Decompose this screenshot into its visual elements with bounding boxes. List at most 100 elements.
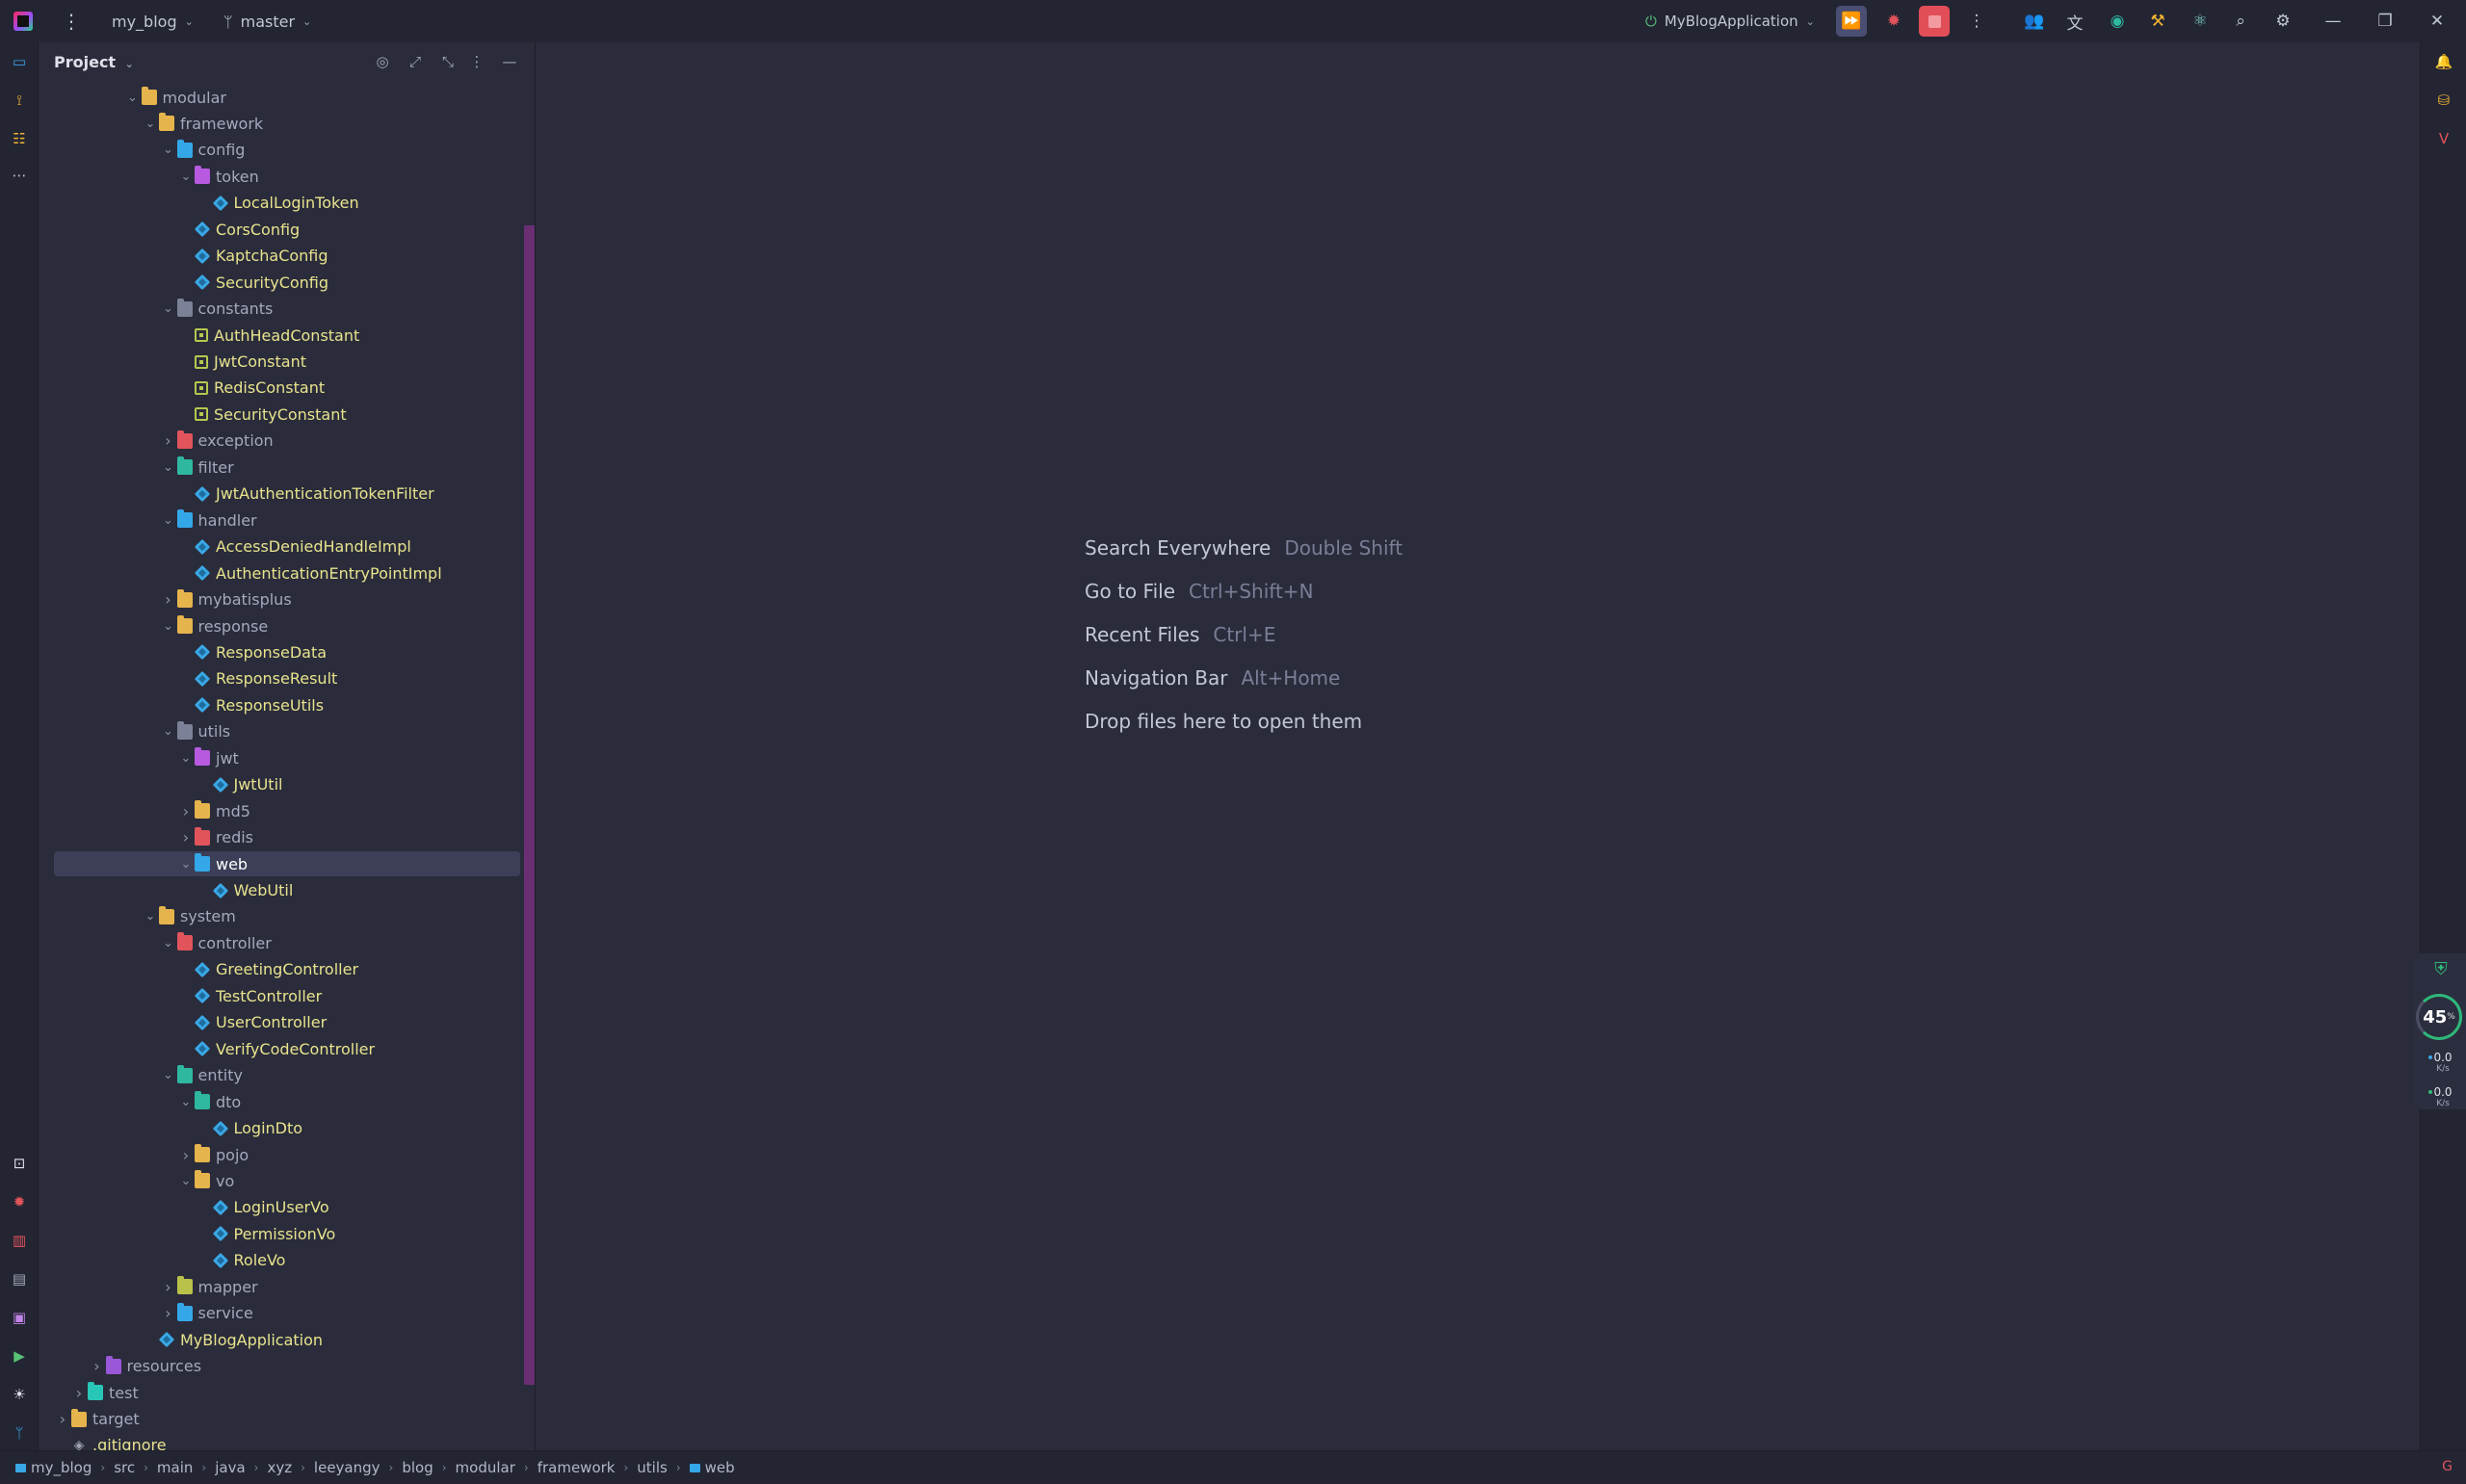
project-view-selector[interactable]: Project ⌄ — [54, 53, 134, 71]
minimize-window-button[interactable]: — — [2318, 6, 2348, 37]
chevron-down-icon[interactable]: ⌄ — [160, 936, 177, 950]
terminal-tool-button[interactable]: ▣ — [8, 1306, 31, 1329]
breadcrumb-item[interactable]: blog — [402, 1459, 433, 1476]
tree-folder-row[interactable]: ⌄ jwt — [54, 745, 520, 770]
tree-file-row[interactable]: ResponseData — [54, 639, 520, 664]
search-everywhere-button[interactable]: ⌕ — [2225, 6, 2256, 37]
breadcrumb-item[interactable]: xyz — [267, 1459, 292, 1476]
tree-folder-row[interactable]: ⌄ framework — [54, 111, 520, 136]
collapse-all-button[interactable]: ⤡ — [435, 49, 460, 74]
tree-file-row[interactable]: ResponseResult — [54, 666, 520, 691]
tree-folder-row[interactable]: ⌄ entity — [54, 1063, 520, 1088]
tree-folder-row[interactable]: ⌄ filter — [54, 455, 520, 480]
tree-folder-row[interactable]: ⌄ dto — [54, 1089, 520, 1114]
tree-file-row[interactable]: WebUtil — [54, 878, 520, 903]
tree-file-row[interactable]: JwtConstant — [54, 350, 520, 375]
chevron-right-icon[interactable]: › — [89, 1357, 106, 1375]
rerun-button[interactable]: ⏩ — [1836, 6, 1867, 37]
tree-scrollbar[interactable] — [524, 225, 535, 1385]
tree-folder-row[interactable]: › service — [54, 1301, 520, 1326]
tree-file-row[interactable]: PermissionVo — [54, 1221, 520, 1246]
tree-file-row[interactable]: ◈ .gitignore — [54, 1433, 520, 1450]
tree-folder-row[interactable]: ⌄ token — [54, 164, 520, 189]
project-tool-button[interactable]: ▭ — [8, 50, 31, 73]
tree-file-row[interactable]: VerifyCodeController — [54, 1036, 520, 1061]
tree-folder-row[interactable]: ⌄ web — [54, 851, 520, 877]
tree-folder-row[interactable]: ⌄ system — [54, 904, 520, 929]
breadcrumb-item[interactable]: my_blog — [15, 1459, 92, 1476]
select-opened-file-button[interactable]: ◎ — [370, 49, 395, 74]
tree-file-row[interactable]: JwtUtil — [54, 772, 520, 797]
tree-file-row[interactable]: TestController — [54, 983, 520, 1008]
chevron-down-icon[interactable]: ⌄ — [160, 513, 177, 528]
tree-folder-row[interactable]: ⌄ handler — [54, 508, 520, 533]
main-menu-button[interactable]: ⋮ — [62, 0, 81, 42]
code-with-me-button[interactable]: 👥 — [2019, 6, 2050, 37]
branch-selector[interactable]: ᛘ master ⌄ — [223, 0, 311, 42]
chevron-down-icon[interactable]: ⌄ — [124, 91, 142, 105]
validation-tool-button[interactable]: V — [2432, 127, 2455, 150]
tree-file-row[interactable]: SecurityConfig — [54, 270, 520, 295]
plugin-status-button[interactable]: ◉ — [2102, 6, 2133, 37]
breadcrumb-item[interactable]: leeyangy — [314, 1459, 380, 1476]
services-tool-button[interactable]: ⊡ — [8, 1152, 31, 1175]
profiler-tool-button[interactable]: ▥ — [8, 1229, 31, 1252]
run-tool-button[interactable]: ▶ — [8, 1344, 31, 1367]
restore-window-button[interactable]: ❐ — [2370, 6, 2400, 37]
chevron-right-icon[interactable]: › — [160, 1304, 177, 1322]
breadcrumb-item[interactable]: web — [689, 1459, 735, 1476]
tree-folder-row[interactable]: ⌄ modular — [54, 85, 520, 110]
breadcrumb-item[interactable]: framework — [538, 1459, 616, 1476]
project-selector[interactable]: my_blog ⌄ — [112, 0, 194, 42]
tree-file-row[interactable]: CorsConfig — [54, 217, 520, 242]
breadcrumb-item[interactable]: java — [215, 1459, 245, 1476]
chevron-down-icon[interactable]: ⌄ — [142, 909, 159, 924]
tree-folder-row[interactable]: ⌄ constants — [54, 297, 520, 322]
chevron-down-icon[interactable]: ⌄ — [177, 857, 195, 872]
commit-tool-button[interactable]: ⟟ — [8, 89, 31, 112]
tree-file-row[interactable]: KaptchaConfig — [54, 244, 520, 269]
settings-button[interactable]: ⚙ — [2268, 6, 2298, 37]
chevron-down-icon[interactable]: ⌄ — [160, 724, 177, 739]
performance-monitor-widget[interactable]: ⛨ 45% 0.0 K/s 0.0 K/s — [2414, 953, 2466, 1109]
structure-tool-button[interactable]: ☷ — [8, 127, 31, 150]
tree-folder-row[interactable]: ⌄ config — [54, 138, 520, 163]
tree-folder-row[interactable]: › test — [54, 1380, 520, 1405]
problems-tool-button[interactable]: ☀ — [8, 1383, 31, 1406]
tree-file-row[interactable]: LoginDto — [54, 1116, 520, 1141]
tree-folder-row[interactable]: ⌄ utils — [54, 719, 520, 744]
tree-file-row[interactable]: JwtAuthenticationTokenFilter — [54, 482, 520, 507]
chevron-down-icon[interactable]: ⌄ — [160, 460, 177, 475]
tree-folder-row[interactable]: › mybatisplus — [54, 587, 520, 612]
tree-folder-row[interactable]: › mapper — [54, 1274, 520, 1299]
chevron-down-icon[interactable]: ⌄ — [160, 619, 177, 634]
more-tools-button[interactable]: ⋯ — [8, 164, 31, 187]
tree-file-row[interactable]: AuthenticationEntryPointImpl — [54, 560, 520, 586]
tree-folder-row[interactable]: ⌄ vo — [54, 1168, 520, 1193]
stop-button[interactable] — [1919, 6, 1950, 37]
run-configuration-selector[interactable]: ⏻ MyBlogApplication ⌄ — [1645, 0, 1815, 42]
tree-folder-row[interactable]: › redis — [54, 825, 520, 850]
chevron-down-icon[interactable]: ⌄ — [160, 1068, 177, 1082]
tree-file-row[interactable]: AccessDeniedHandleImpl — [54, 534, 520, 560]
tree-file-row[interactable]: LoginUserVo — [54, 1195, 520, 1220]
chevron-down-icon[interactable]: ⌄ — [160, 301, 177, 316]
chevron-down-icon[interactable]: ⌄ — [142, 117, 159, 131]
breadcrumb-item[interactable]: main — [157, 1459, 193, 1476]
chevron-right-icon[interactable]: › — [177, 1146, 195, 1164]
tree-folder-row[interactable]: ⌄ response — [54, 613, 520, 638]
tree-file-row[interactable]: RoleVo — [54, 1248, 520, 1273]
build-tools-button[interactable]: ⚒ — [2142, 6, 2173, 37]
chevron-right-icon[interactable]: › — [160, 431, 177, 450]
tree-file-row[interactable]: LocalLoginToken — [54, 191, 520, 216]
ai-assistant-button[interactable]: ⚛ — [2185, 6, 2216, 37]
tree-file-row[interactable]: AuthHeadConstant — [54, 323, 520, 348]
google-icon[interactable]: G — [2442, 1459, 2453, 1474]
debug-button[interactable]: ✹ — [1878, 6, 1909, 37]
tree-file-row[interactable]: MyBlogApplication — [54, 1327, 520, 1352]
expand-all-button[interactable]: ⤢ — [403, 49, 428, 74]
hide-panel-button[interactable]: — — [497, 49, 522, 74]
chevron-down-icon[interactable]: ⌄ — [160, 143, 177, 157]
tree-file-row[interactable]: SecurityConstant — [54, 402, 520, 427]
tree-file-row[interactable]: RedisConstant — [54, 376, 520, 401]
